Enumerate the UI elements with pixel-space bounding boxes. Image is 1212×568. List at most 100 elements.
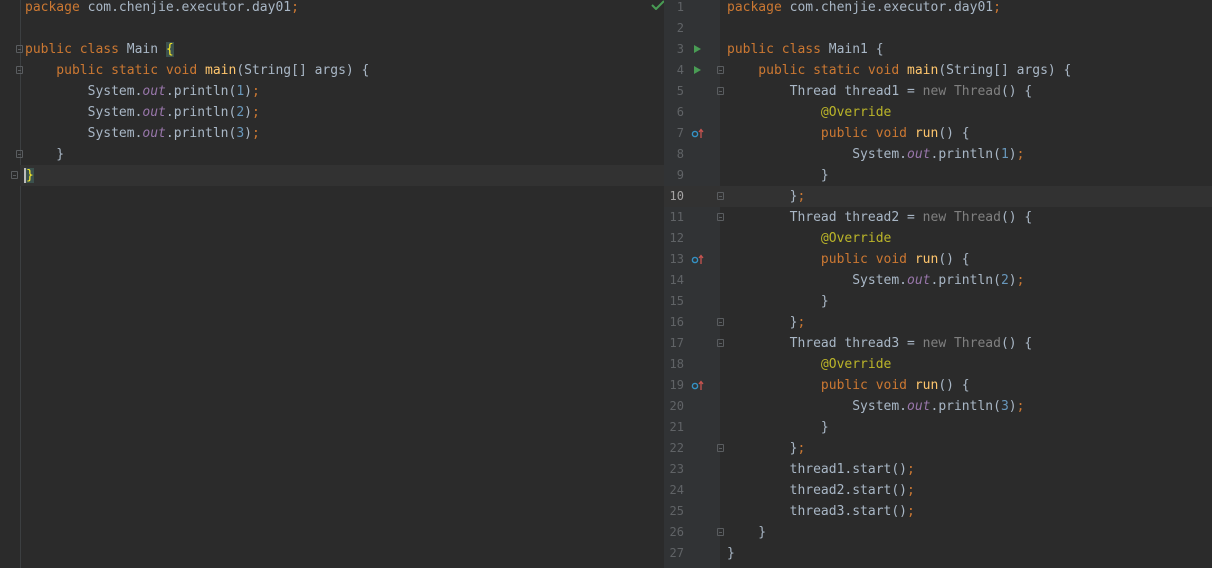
left-code-area[interactable]: package com.chenjie.executor.day01; publi… — [11, 0, 664, 186]
line-number[interactable]: 16 — [664, 312, 684, 333]
line-number[interactable]: 12 — [664, 228, 684, 249]
code-line[interactable]: 5 Thread thread1 = new Thread() { — [664, 81, 1212, 102]
fold-toggle-icon[interactable] — [16, 150, 23, 158]
line-number[interactable]: 22 — [664, 438, 684, 459]
code-line[interactable]: 23 thread1.start(); — [664, 459, 1212, 480]
code-token: } — [727, 441, 798, 456]
override-method-icon[interactable] — [691, 254, 705, 265]
code-text: @Override — [727, 354, 891, 375]
fold-toggle-icon[interactable] — [717, 213, 724, 221]
code-line[interactable]: } — [16, 144, 664, 165]
line-number[interactable]: 13 — [664, 249, 684, 270]
run-icon[interactable] — [694, 45, 701, 53]
code-token: Main1 { — [820, 42, 884, 57]
fold-toggle-icon[interactable] — [717, 87, 724, 95]
code-line[interactable]: 10 }; — [664, 186, 1212, 207]
code-line[interactable]: System.out.println(2); — [25, 102, 664, 123]
code-line[interactable]: System.out.println(3); — [25, 123, 664, 144]
code-line[interactable]: System.out.println(1); — [25, 81, 664, 102]
code-line[interactable]: package com.chenjie.executor.day01; — [25, 0, 664, 18]
code-token: main — [205, 63, 237, 78]
line-number[interactable]: 2 — [664, 18, 684, 39]
code-token: out — [907, 273, 931, 288]
code-line[interactable]: 6 @Override — [664, 102, 1212, 123]
code-line[interactable]: 25 thread3.start(); — [664, 501, 1212, 522]
code-line[interactable]: 17 Thread thread3 = new Thread() { — [664, 333, 1212, 354]
line-number[interactable]: 23 — [664, 459, 684, 480]
fold-toggle-icon[interactable] — [16, 45, 23, 53]
line-number[interactable]: 18 — [664, 354, 684, 375]
line-number[interactable]: 6 — [664, 102, 684, 123]
line-number[interactable]: 19 — [664, 375, 684, 396]
code-line[interactable]: 9 } — [664, 165, 1212, 186]
line-number[interactable]: 25 — [664, 501, 684, 522]
code-text: @Override — [727, 228, 891, 249]
fold-toggle-icon[interactable] — [717, 444, 724, 452]
code-line[interactable]: 19 public void run() { — [664, 375, 1212, 396]
line-number[interactable]: 17 — [664, 333, 684, 354]
line-number[interactable]: 21 — [664, 417, 684, 438]
line-number[interactable]: 4 — [664, 60, 684, 81]
code-line[interactable]: 14 System.out.println(2); — [664, 270, 1212, 291]
code-token: 2 — [1000, 273, 1009, 288]
right-editor-pane[interactable]: 1 package com.chenjie.executor.day01; 2 3 pu… — [664, 0, 1212, 568]
line-number[interactable]: 14 — [664, 270, 684, 291]
fold-toggle-icon[interactable] — [717, 528, 724, 536]
code-line[interactable]: 8 System.out.println(1); — [664, 144, 1212, 165]
code-line[interactable]: } — [11, 165, 664, 186]
code-line[interactable]: 27} — [664, 543, 1212, 564]
code-line[interactable]: 3 public class Main1 { — [664, 39, 1212, 60]
right-code-area[interactable]: 1 package com.chenjie.executor.day01; 2 3 pu… — [664, 0, 1212, 564]
code-line[interactable]: 15 } — [664, 291, 1212, 312]
run-icon[interactable] — [694, 66, 701, 74]
fold-toggle-icon[interactable] — [16, 66, 23, 74]
code-token: } — [727, 420, 829, 435]
left-editor-pane[interactable]: package com.chenjie.executor.day01; publi… — [0, 0, 665, 568]
code-token: 1 — [1000, 147, 1009, 162]
check-icon[interactable] — [651, 0, 665, 10]
code-line[interactable]: 7 public void run() { — [664, 123, 1212, 144]
code-token: run — [914, 252, 939, 267]
code-line[interactable]: 13 public void run() { — [664, 249, 1212, 270]
line-number[interactable]: 5 — [664, 81, 684, 102]
code-line[interactable]: 16 }; — [664, 312, 1212, 333]
code-line[interactable]: public static void main(String[] args) { — [16, 60, 664, 81]
code-token: thread1.start() — [727, 462, 908, 477]
line-number[interactable]: 8 — [664, 144, 684, 165]
fold-toggle-icon[interactable] — [717, 192, 724, 200]
code-token: ; — [797, 441, 806, 456]
code-line[interactable]: 11 Thread thread2 = new Thread() { — [664, 207, 1212, 228]
override-method-icon[interactable] — [691, 128, 705, 139]
line-number[interactable]: 7 — [664, 123, 684, 144]
code-line[interactable]: 18 @Override — [664, 354, 1212, 375]
line-number[interactable]: 24 — [664, 480, 684, 501]
line-number[interactable]: 1 — [664, 0, 684, 18]
code-line[interactable]: 26 } — [664, 522, 1212, 543]
code-line[interactable]: 2 — [664, 18, 1212, 39]
code-line[interactable]: 1 package com.chenjie.executor.day01; — [664, 0, 1212, 18]
line-number[interactable]: 15 — [664, 291, 684, 312]
line-number[interactable]: 20 — [664, 396, 684, 417]
line-number[interactable]: 9 — [664, 165, 684, 186]
override-method-icon[interactable] — [691, 380, 705, 391]
line-number[interactable]: 10 — [664, 186, 684, 207]
code-line[interactable]: public class Main { — [16, 39, 664, 60]
code-line[interactable]: 4 public static void main(String[] args)… — [664, 60, 1212, 81]
fold-toggle-icon[interactable] — [717, 339, 724, 347]
code-line[interactable]: 12 @Override — [664, 228, 1212, 249]
fold-toggle-icon[interactable] — [11, 171, 18, 179]
code-token: new — [922, 210, 954, 225]
code-line[interactable]: 22 }; — [664, 438, 1212, 459]
left-editor-gutter[interactable] — [0, 0, 21, 568]
line-number[interactable]: 27 — [664, 543, 684, 564]
code-line[interactable]: 20 System.out.println(3); — [664, 396, 1212, 417]
code-line[interactable]: 21 } — [664, 417, 1212, 438]
line-number[interactable]: 11 — [664, 207, 684, 228]
fold-toggle-icon[interactable] — [717, 318, 724, 326]
fold-toggle-icon[interactable] — [717, 66, 724, 74]
line-number[interactable]: 26 — [664, 522, 684, 543]
line-number[interactable]: 3 — [664, 39, 684, 60]
code-token: 1 — [236, 84, 245, 99]
code-line[interactable]: 24 thread2.start(); — [664, 480, 1212, 501]
code-line[interactable] — [25, 18, 664, 39]
